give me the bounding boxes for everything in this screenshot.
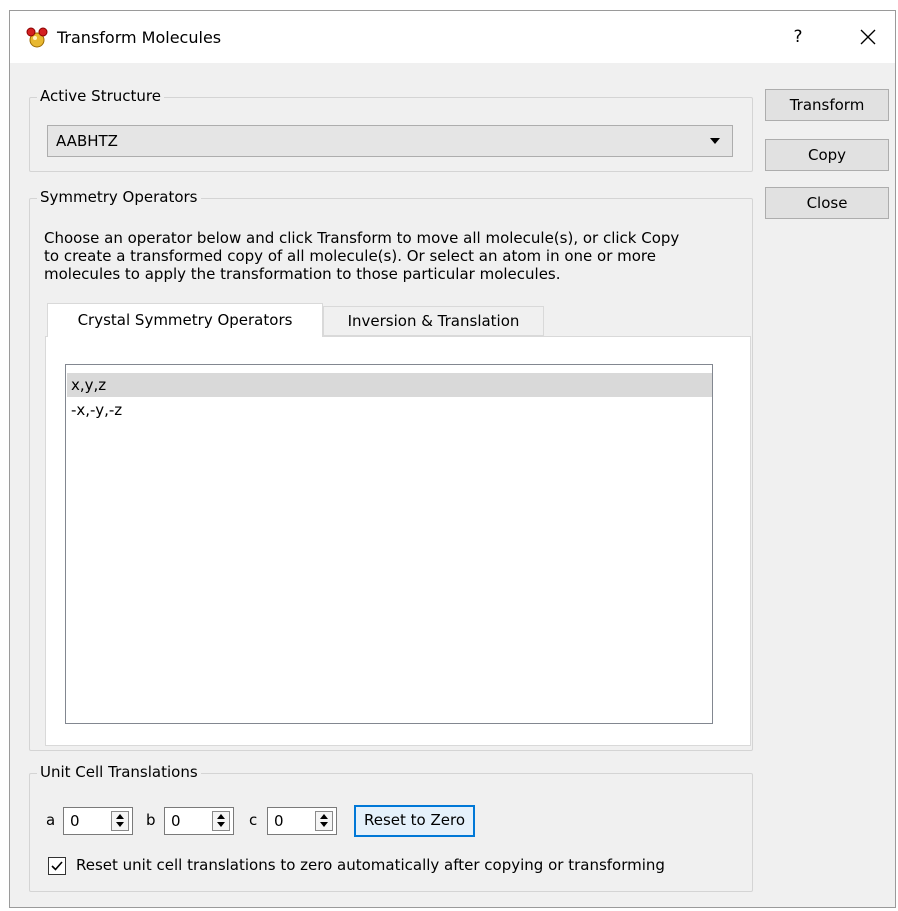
symmetry-operators-label: Symmetry Operators — [37, 188, 201, 206]
chevron-up-icon — [116, 814, 124, 819]
tab-inversion-translation[interactable]: Inversion & Translation — [323, 306, 544, 336]
molecule-icon — [26, 27, 48, 48]
copy-button[interactable]: Copy — [765, 139, 889, 171]
a-spin-buttons[interactable] — [111, 811, 129, 831]
help-button[interactable]: ? — [780, 19, 816, 55]
tab-crystal-symmetry-operators[interactable]: Crystal Symmetry Operators — [47, 303, 323, 337]
b-value: 0 — [171, 812, 181, 830]
b-spin-buttons[interactable] — [212, 811, 230, 831]
a-label: a — [46, 811, 56, 829]
active-structure-label: Active Structure — [37, 87, 164, 105]
active-structure-value: AABHTZ — [56, 132, 118, 150]
title-bar: Transform Molecules ? — [10, 11, 895, 63]
active-structure-select[interactable]: AABHTZ — [47, 125, 733, 157]
chevron-down-icon — [217, 822, 225, 827]
c-spin-buttons[interactable] — [315, 811, 333, 831]
description-line: molecules to apply the transformation to… — [44, 265, 561, 283]
b-label: b — [146, 811, 156, 829]
c-value: 0 — [274, 812, 284, 830]
checkmark-icon — [51, 861, 63, 871]
transform-button[interactable]: Transform — [765, 89, 889, 121]
b-spinbox[interactable]: 0 — [164, 807, 234, 835]
chevron-down-icon — [116, 822, 124, 827]
description-line: Choose an operator below and click Trans… — [44, 229, 680, 247]
chevron-up-icon — [217, 814, 225, 819]
description-line: to create a transformed copy of all mole… — [44, 247, 656, 265]
list-item[interactable]: -x,-y,-z — [67, 398, 712, 422]
c-spinbox[interactable]: 0 — [267, 807, 337, 835]
close-button[interactable]: Close — [765, 187, 889, 219]
symmetry-description: Choose an operator below and click Trans… — [44, 229, 744, 283]
transform-molecules-dialog: Transform Molecules ? Active Structure A… — [9, 10, 896, 908]
a-spinbox[interactable]: 0 — [63, 807, 133, 835]
operators-list[interactable]: x,y,z -x,-y,-z — [65, 364, 713, 724]
auto-reset-label: Reset unit cell translations to zero aut… — [76, 856, 665, 874]
a-value: 0 — [70, 812, 80, 830]
chevron-up-icon — [320, 814, 328, 819]
reset-to-zero-button[interactable]: Reset to Zero — [354, 805, 475, 837]
chevron-down-icon — [320, 822, 328, 827]
c-label: c — [249, 811, 258, 829]
window-title: Transform Molecules — [57, 28, 222, 47]
auto-reset-checkbox[interactable] — [48, 857, 66, 875]
close-icon[interactable] — [850, 19, 886, 55]
unit-cell-translations-label: Unit Cell Translations — [37, 763, 201, 781]
chevron-down-icon — [710, 138, 720, 144]
list-item[interactable]: x,y,z — [67, 373, 712, 397]
